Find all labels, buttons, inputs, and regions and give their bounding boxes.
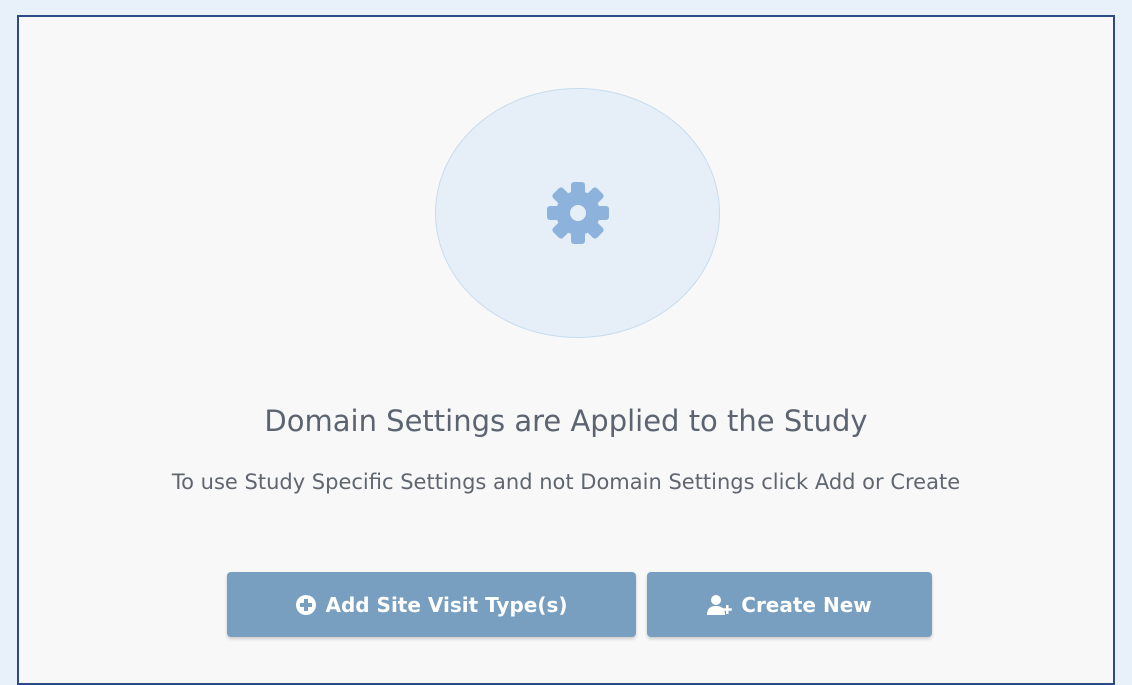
icon-circle [435,88,720,338]
user-plus-icon [707,594,733,616]
create-new-button[interactable]: Create New [647,572,932,637]
gear-icon [545,180,611,246]
add-button-label: Add Site Visit Type(s) [325,592,568,617]
empty-state-subtitle: To use Study Specific Settings and not D… [171,470,961,494]
empty-state-panel: Domain Settings are Applied to the Study… [17,15,1115,685]
plus-circle-icon [295,594,317,616]
create-button-label: Create New [741,592,872,617]
empty-state-title: Domain Settings are Applied to the Study [264,404,868,438]
add-site-visit-types-button[interactable]: Add Site Visit Type(s) [227,572,636,637]
